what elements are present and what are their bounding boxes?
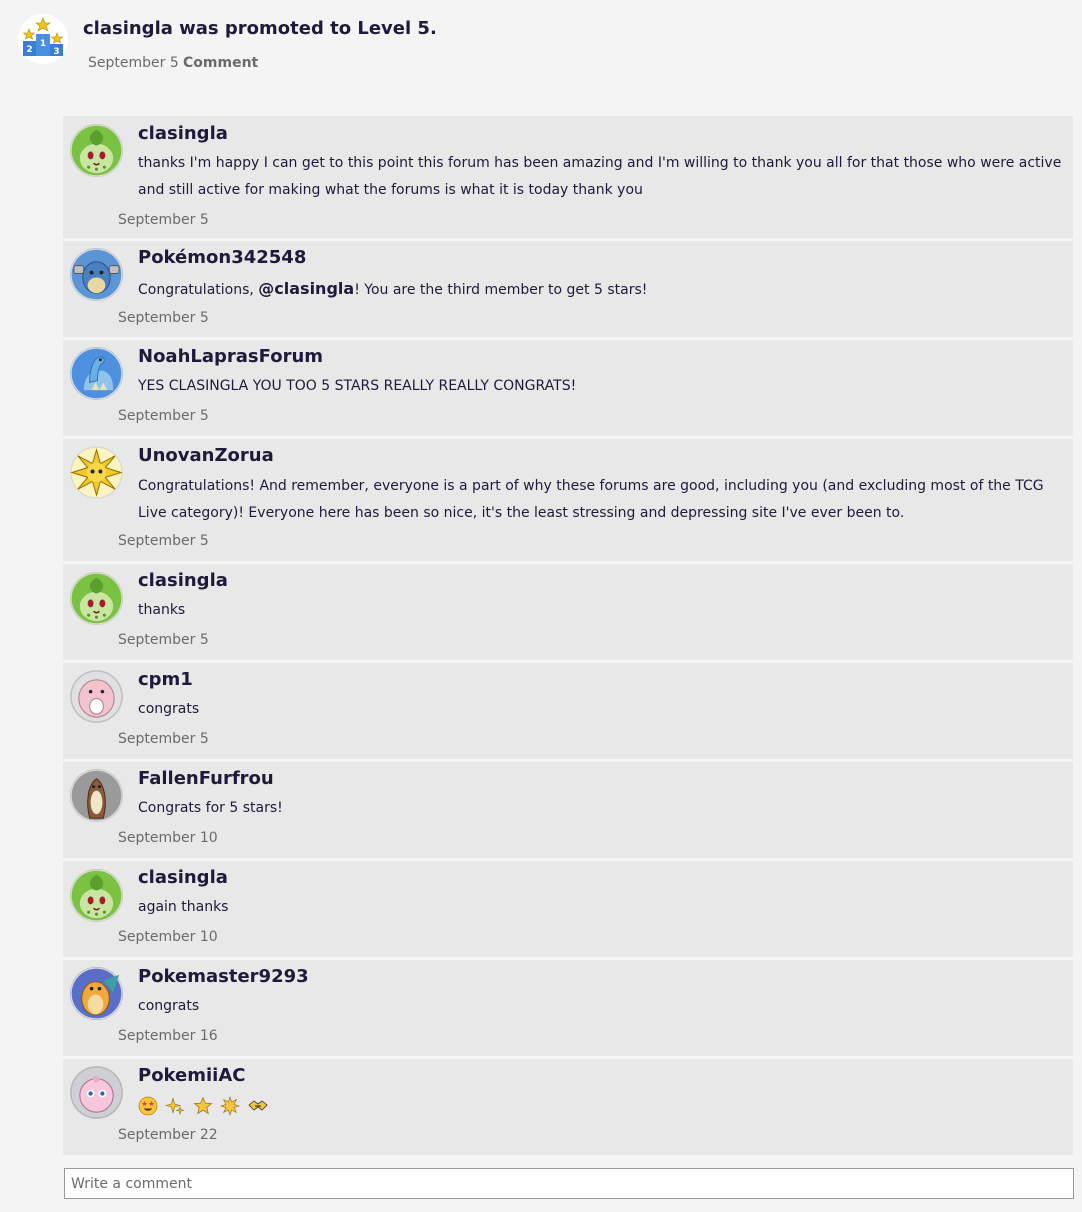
chikorita-avatar[interactable] <box>70 572 123 625</box>
comment-date: September 5 <box>118 533 209 549</box>
star-struck-emoji <box>138 1096 158 1116</box>
activity-title: clasingla was promoted to Level 5. <box>83 18 437 39</box>
furret-avatar[interactable] <box>70 769 123 822</box>
comment-date: September 10 <box>118 830 218 846</box>
comment-text: congrats <box>138 998 200 1014</box>
activity-date: September 5 <box>88 55 179 71</box>
comment-author[interactable]: clasingla <box>138 123 228 144</box>
comment-author[interactable]: Pokemaster9293 <box>138 966 309 987</box>
jigglypuff-avatar[interactable] <box>70 1066 123 1119</box>
comment-author[interactable]: cpm1 <box>138 669 193 690</box>
comment-author[interactable]: clasingla <box>138 867 228 888</box>
comment-date: September 16 <box>118 1028 218 1044</box>
dragonite-avatar[interactable] <box>70 967 123 1020</box>
star-emoji <box>193 1096 213 1115</box>
chikorita-avatar[interactable] <box>70 869 123 922</box>
chikorita-avatar[interactable] <box>70 124 123 177</box>
comment-date: September 10 <box>118 929 218 945</box>
comment-author[interactable]: PokemiiAC <box>138 1065 246 1086</box>
sparkles-emoji <box>165 1097 186 1115</box>
comment-author[interactable]: clasingla <box>138 570 228 591</box>
write-comment-input[interactable] <box>64 1168 1074 1199</box>
comment-author[interactable]: UnovanZorua <box>138 445 274 466</box>
comment-item: cpm1 congrats September 5 <box>63 663 1073 759</box>
svg-text:2: 2 <box>26 45 32 55</box>
comment-text: YES CLASINGLA YOU TOO 5 STARS REALLY REA… <box>138 378 577 394</box>
comment-item: Pokémon342548 Congratulations, @clasingl… <box>63 241 1073 337</box>
comment-text: again thanks <box>138 899 229 915</box>
comment-text: thanks <box>138 602 186 618</box>
comment-author[interactable]: FallenFurfrou <box>138 768 274 789</box>
comment-date: September 5 <box>118 632 209 648</box>
comment-item: clasingla thanks I'm happy I can get to … <box>63 116 1073 238</box>
svg-text:3: 3 <box>53 47 59 57</box>
comment-author[interactable]: NoahLaprasForum <box>138 346 323 367</box>
chansey-avatar[interactable] <box>70 670 123 723</box>
jolteon-avatar[interactable] <box>70 446 123 499</box>
comment-date: September 5 <box>118 310 209 326</box>
comment-date: September 5 <box>118 212 209 228</box>
user-mention-link[interactable]: @clasingla <box>258 279 354 298</box>
comment-link[interactable]: Comment <box>183 55 258 71</box>
comment-text: congrats <box>138 701 200 717</box>
comment-date: September 5 <box>118 731 209 747</box>
comment-date: September 22 <box>118 1127 218 1143</box>
comment-item: Pokemaster9293 congrats September 16 <box>63 960 1073 1056</box>
lapras-avatar[interactable] <box>70 347 123 400</box>
comment-item: NoahLaprasForum YES CLASINGLA YOU TOO 5 … <box>63 340 1073 436</box>
activity-header: 2 1 3 clasingla was promoted to Level 5.… <box>0 0 1082 100</box>
comment-text: Congratulations, @clasingla! You are the… <box>138 279 648 298</box>
comment-text: Congratulations! And remember, everyone … <box>138 478 1044 521</box>
comment-item: clasingla again thanks September 10 <box>63 861 1073 957</box>
dizzy-emoji <box>220 1096 241 1116</box>
comment-item: clasingla thanks September 5 <box>63 564 1073 660</box>
comment-item: PokemiiAC September 22 <box>63 1059 1073 1155</box>
comment-item: UnovanZorua Congratulations! And remembe… <box>63 439 1073 561</box>
comment-text: Congrats for 5 stars! <box>138 800 283 816</box>
blastoise-avatar[interactable] <box>70 248 123 301</box>
handshake-emoji <box>248 1100 268 1111</box>
comment-item: FallenFurfrou Congrats for 5 stars! Sept… <box>63 762 1073 858</box>
comment-date: September 5 <box>118 408 209 424</box>
comment-list: clasingla thanks I'm happy I can get to … <box>63 116 1073 1158</box>
comment-author[interactable]: Pokémon342548 <box>138 247 306 268</box>
podium-icon: 2 1 3 <box>18 14 68 64</box>
comment-text: thanks I'm happy I can get to this point… <box>138 155 1062 198</box>
comment-emojis <box>138 1093 1063 1120</box>
svg-text:1: 1 <box>40 39 46 49</box>
